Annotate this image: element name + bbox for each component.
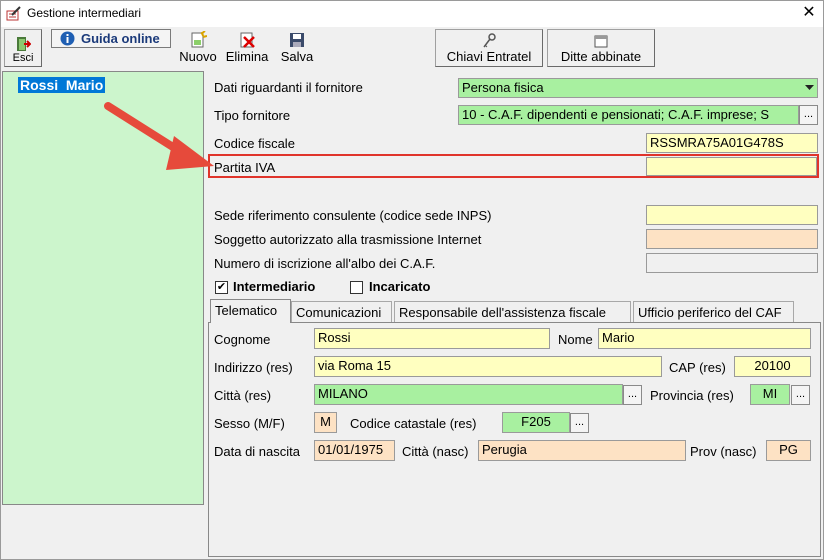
- intermediary-label: Intermediario: [233, 279, 316, 294]
- sex-field[interactable]: M: [314, 412, 337, 433]
- cap-field[interactable]: 20100: [734, 356, 811, 377]
- supplier-type-label: Tipo fornitore: [214, 108, 291, 123]
- tab-responsabile[interactable]: Responsabile dell'assistenza fiscale: [394, 301, 631, 323]
- linked-companies-button[interactable]: Ditte abbinate: [547, 29, 655, 67]
- birth-date-field[interactable]: 01/01/1975: [314, 440, 395, 461]
- app-icon: [6, 6, 21, 21]
- new-button[interactable]: Nuovo: [177, 29, 219, 67]
- delete-label: Elimina: [225, 49, 269, 64]
- appointee-label: Incaricato: [369, 279, 431, 294]
- online-guide-button[interactable]: Guida online: [51, 29, 171, 48]
- linked-companies-label: Ditte abbinate: [560, 49, 642, 64]
- close-button[interactable]: ✕: [799, 3, 819, 23]
- cadastral-code-field[interactable]: F205: [502, 412, 570, 433]
- authorized-subject-label: Soggetto autorizzato alla trasmissione I…: [214, 232, 482, 247]
- authorized-subject-field[interactable]: [646, 229, 818, 249]
- sex-label: Sesso (M/F): [214, 416, 285, 431]
- save-icon: [290, 33, 304, 47]
- info-icon: [60, 31, 75, 46]
- surname-field[interactable]: Rossi: [314, 328, 550, 349]
- name-label: Nome: [558, 332, 593, 347]
- tax-code-label: Codice fiscale: [214, 136, 295, 151]
- exit-icon: [17, 37, 31, 51]
- save-button[interactable]: Salva: [277, 29, 317, 67]
- cadastral-browse-button[interactable]: ...: [570, 413, 589, 433]
- birth-city-label: Città (nasc): [402, 444, 469, 459]
- city-label: Città (res): [214, 388, 272, 403]
- main-window: Gestione intermediari ✕ Esci Guida onlin…: [0, 0, 824, 560]
- exit-button[interactable]: Esci: [4, 29, 42, 67]
- inps-office-field[interactable]: [646, 205, 818, 225]
- new-label: Nuovo: [179, 49, 217, 64]
- name-field[interactable]: Mario: [598, 328, 811, 349]
- tab-ufficio-periferico[interactable]: Ufficio periferico del CAF: [633, 301, 794, 323]
- province-label: Provincia (res): [650, 388, 734, 403]
- caf-register-label: Numero di iscrizione all'albo dei C.A.F.: [214, 256, 436, 271]
- address-field[interactable]: via Roma 15: [314, 356, 662, 377]
- surname-label: Cognome: [214, 332, 271, 347]
- delete-icon: [240, 32, 255, 48]
- supplier-type-field[interactable]: 10 - C.A.F. dipendenti e pensionati; C.A…: [458, 105, 799, 125]
- province-browse-button[interactable]: ...: [791, 385, 810, 405]
- supplier-data-select[interactable]: Persona fisica: [458, 78, 818, 98]
- birth-province-field[interactable]: PG: [766, 440, 811, 461]
- exit-label: Esci: [12, 52, 34, 64]
- annotation-arrow: [104, 102, 214, 170]
- city-field[interactable]: MILANO: [314, 384, 623, 405]
- inps-office-label: Sede riferimento consulente (codice sede…: [214, 208, 492, 223]
- city-browse-button[interactable]: ...: [623, 385, 642, 405]
- tab-comunicazioni[interactable]: Comunicazioni: [291, 301, 392, 323]
- title-bar: Gestione intermediari ✕: [1, 1, 823, 27]
- supplier-type-browse-button[interactable]: ...: [799, 105, 818, 125]
- entratel-keys-button[interactable]: Chiavi Entratel: [435, 29, 543, 67]
- tax-code-field[interactable]: RSSMRA75A01G478S: [646, 133, 818, 153]
- appointee-checkbox[interactable]: [350, 281, 363, 294]
- save-label: Salva: [280, 49, 314, 64]
- delete-button[interactable]: Elimina: [223, 29, 271, 67]
- entratel-keys-label: Chiavi Entratel: [446, 49, 532, 64]
- intermediary-checkbox[interactable]: ✔: [215, 281, 228, 294]
- window-icon: [594, 35, 608, 48]
- birth-city-field[interactable]: Perugia: [478, 440, 686, 461]
- key-icon: [483, 33, 496, 48]
- caf-register-field[interactable]: [646, 253, 818, 273]
- birth-province-label: Prov (nasc): [690, 444, 757, 459]
- online-guide-label: Guida online: [81, 31, 160, 46]
- window-title: Gestione intermediari: [27, 6, 142, 20]
- cadastral-code-label: Codice catastale (res): [350, 416, 477, 431]
- birth-date-label: Data di nascita: [214, 444, 300, 459]
- vat-field[interactable]: [646, 157, 817, 176]
- list-item[interactable]: Rossi Mario: [18, 77, 106, 93]
- dropdown-arrow-icon[interactable]: [801, 79, 817, 97]
- province-field[interactable]: MI: [750, 384, 790, 405]
- new-icon: [191, 31, 207, 48]
- address-label: Indirizzo (res): [214, 360, 293, 375]
- cap-label: CAP (res): [669, 360, 726, 375]
- vat-label: Partita IVA: [214, 160, 276, 175]
- tab-telematico[interactable]: Telematico: [210, 299, 291, 323]
- supplier-data-label: Dati riguardanti il fornitore: [214, 80, 363, 95]
